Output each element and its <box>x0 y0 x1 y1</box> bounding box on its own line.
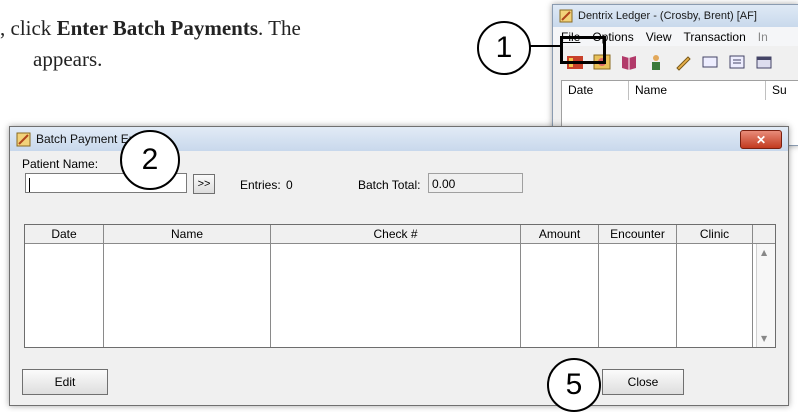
window-icon[interactable] <box>752 50 776 74</box>
ledger-col-name[interactable]: Name <box>629 81 766 100</box>
ledger-title-bar: Dentrix Ledger - (Crosby, Brent) [AF] <box>553 5 798 27</box>
entries-label: Entries: <box>240 178 281 192</box>
col-name[interactable]: Name <box>104 225 271 243</box>
grid-header: Date Name Check # Amount Encounter Clini… <box>25 225 775 244</box>
ledger-col-su[interactable]: Su <box>766 81 787 100</box>
scroll-down-icon[interactable]: ▼ <box>761 334 767 343</box>
callout-5: 5 <box>547 358 601 412</box>
instr-suffix: . The <box>258 16 301 40</box>
instr-bold: Enter Batch Payments <box>56 16 258 40</box>
col-clinic[interactable]: Clinic <box>677 225 753 243</box>
menu-transaction[interactable]: Transaction <box>684 30 746 44</box>
col-check[interactable]: Check # <box>271 225 521 243</box>
grid-body[interactable] <box>25 244 775 347</box>
col-filler <box>753 225 775 243</box>
callout-1-line <box>528 45 562 47</box>
callout-2: 2 <box>120 130 180 190</box>
book-icon[interactable] <box>617 50 641 74</box>
ledger-title: Dentrix Ledger - (Crosby, Brent) [AF] <box>578 10 757 22</box>
scroll-up-icon[interactable]: ▲ <box>761 248 767 257</box>
grid-scrollbar[interactable]: ▲ ▼ <box>756 244 775 347</box>
card-icon[interactable] <box>698 50 722 74</box>
instruction-text: , click Enter Batch Payments. The appear… <box>0 13 420 75</box>
payments-grid: Date Name Check # Amount Encounter Clini… <box>24 224 776 348</box>
menu-view[interactable]: View <box>646 30 672 44</box>
batch-total-field: 0.00 <box>428 173 523 193</box>
search-patient-button[interactable]: >> <box>193 174 215 194</box>
ledger-window: Dentrix Ledger - (Crosby, Brent) [AF] Fi… <box>552 4 798 146</box>
close-icon[interactable]: ✕ <box>740 130 782 149</box>
col-date[interactable]: Date <box>25 225 104 243</box>
form-icon[interactable] <box>725 50 749 74</box>
ledger-app-icon <box>559 9 573 23</box>
callout-1: 1 <box>477 21 531 75</box>
text-caret <box>29 177 30 192</box>
instr-line2: appears. <box>33 47 103 71</box>
close-button[interactable]: Close <box>602 369 684 395</box>
menu-more[interactable]: In <box>758 30 768 44</box>
person-icon[interactable] <box>644 50 668 74</box>
instr-prefix: , click <box>0 16 57 40</box>
pencil-icon[interactable] <box>671 50 695 74</box>
edit-button[interactable]: Edit <box>22 369 108 395</box>
entries-value: 0 <box>286 178 293 192</box>
ledger-grid-header: Date Name Su <box>561 80 798 101</box>
patient-name-label: Patient Name: <box>22 157 99 171</box>
ledger-col-date[interactable]: Date <box>562 81 629 100</box>
batch-total-label: Batch Total: <box>358 178 421 192</box>
col-amount[interactable]: Amount <box>521 225 599 243</box>
col-encounter[interactable]: Encounter <box>599 225 677 243</box>
batch-app-icon <box>16 132 31 146</box>
callout-1-highlight <box>560 36 606 64</box>
